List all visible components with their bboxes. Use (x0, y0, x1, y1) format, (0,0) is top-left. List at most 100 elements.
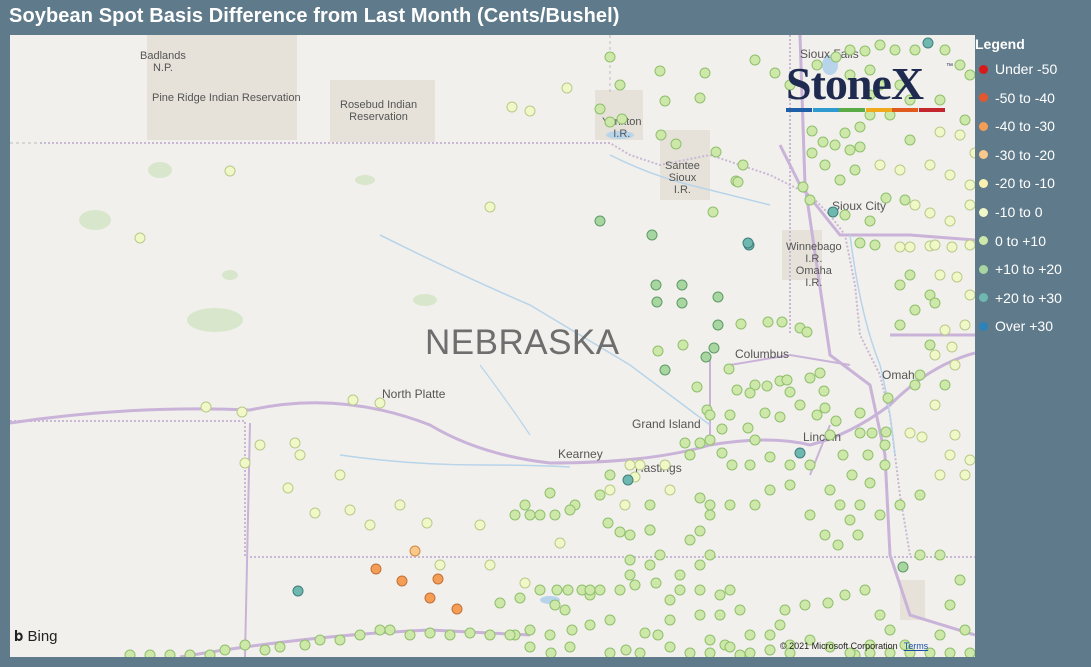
basis-marker[interactable] (939, 324, 951, 336)
basis-marker[interactable] (519, 499, 531, 511)
basis-marker[interactable] (735, 318, 747, 330)
basis-marker[interactable] (559, 604, 571, 616)
basis-marker[interactable] (704, 409, 716, 421)
basis-marker[interactable] (604, 614, 616, 626)
basis-marker[interactable] (924, 207, 936, 219)
basis-marker[interactable] (797, 181, 809, 193)
basis-marker[interactable] (894, 499, 906, 511)
basis-marker[interactable] (659, 95, 671, 107)
basis-marker[interactable] (944, 169, 956, 181)
legend-item[interactable]: Over +30 (975, 316, 1053, 336)
basis-marker[interactable] (670, 138, 682, 150)
basis-marker[interactable] (549, 509, 561, 521)
basis-marker[interactable] (804, 509, 816, 521)
basis-marker[interactable] (959, 624, 971, 636)
basis-marker[interactable] (859, 584, 871, 596)
basis-marker[interactable] (370, 563, 382, 575)
basis-marker[interactable] (922, 37, 934, 49)
basis-marker[interactable] (219, 644, 231, 656)
basis-marker[interactable] (764, 629, 776, 641)
basis-marker[interactable] (694, 492, 706, 504)
basis-marker[interactable] (964, 239, 975, 251)
basis-marker[interactable] (723, 363, 735, 375)
basis-marker[interactable] (714, 609, 726, 621)
basis-marker[interactable] (959, 114, 971, 126)
basis-marker[interactable] (819, 529, 831, 541)
basis-marker[interactable] (604, 469, 616, 481)
basis-marker[interactable] (944, 449, 956, 461)
basis-marker[interactable] (764, 644, 776, 656)
basis-marker[interactable] (659, 459, 671, 471)
basis-marker[interactable] (504, 629, 516, 641)
map-canvas[interactable]: NEBRASKA Badlands N.P. Pine Ridge Indian … (10, 35, 975, 657)
basis-marker[interactable] (694, 584, 706, 596)
basis-marker[interactable] (964, 179, 975, 191)
basis-marker[interactable] (854, 427, 866, 439)
basis-marker[interactable] (874, 509, 886, 521)
basis-marker[interactable] (837, 449, 849, 461)
basis-marker[interactable] (204, 649, 216, 657)
basis-marker[interactable] (144, 649, 156, 657)
basis-marker[interactable] (624, 459, 636, 471)
basis-marker[interactable] (289, 437, 301, 449)
legend-item[interactable]: -30 to -20 (975, 145, 1055, 165)
basis-marker[interactable] (949, 359, 961, 371)
basis-marker[interactable] (880, 426, 892, 438)
basis-marker[interactable] (299, 639, 311, 651)
basis-marker[interactable] (384, 624, 396, 636)
basis-marker[interactable] (904, 241, 916, 253)
basis-marker[interactable] (924, 159, 936, 171)
basis-marker[interactable] (650, 577, 662, 589)
basis-marker[interactable] (819, 159, 831, 171)
basis-marker[interactable] (354, 629, 366, 641)
basis-marker[interactable] (761, 380, 773, 392)
basis-marker[interactable] (732, 176, 744, 188)
basis-marker[interactable] (566, 624, 578, 636)
basis-markers-layer[interactable] (10, 35, 975, 657)
basis-marker[interactable] (584, 619, 596, 631)
basis-marker[interactable] (852, 529, 864, 541)
basis-marker[interactable] (794, 447, 806, 459)
basis-marker[interactable] (834, 174, 846, 186)
basis-marker[interactable] (652, 345, 664, 357)
basis-marker[interactable] (909, 379, 921, 391)
basis-marker[interactable] (644, 499, 656, 511)
basis-marker[interactable] (749, 499, 761, 511)
basis-marker[interactable] (364, 519, 376, 531)
basis-marker[interactable] (844, 514, 856, 526)
basis-marker[interactable] (904, 134, 916, 146)
basis-marker[interactable] (624, 554, 636, 566)
basis-marker[interactable] (879, 439, 891, 451)
basis-marker[interactable] (806, 125, 818, 137)
basis-marker[interactable] (524, 509, 536, 521)
basis-marker[interactable] (562, 584, 574, 596)
basis-marker[interactable] (742, 422, 754, 434)
basis-marker[interactable] (914, 489, 926, 501)
basis-marker[interactable] (818, 385, 830, 397)
basis-marker[interactable] (691, 381, 703, 393)
basis-marker[interactable] (629, 579, 641, 591)
basis-marker[interactable] (799, 599, 811, 611)
basis-marker[interactable] (639, 627, 651, 639)
basis-marker[interactable] (734, 649, 746, 657)
basis-marker[interactable] (704, 499, 716, 511)
basis-marker[interactable] (726, 459, 738, 471)
basis-marker[interactable] (484, 559, 496, 571)
basis-marker[interactable] (652, 629, 664, 641)
basis-marker[interactable] (724, 499, 736, 511)
basis-marker[interactable] (561, 82, 573, 94)
basis-marker[interactable] (524, 641, 536, 653)
legend-item[interactable]: -20 to -10 (975, 173, 1055, 193)
legend-item[interactable]: 0 to +10 (975, 231, 1046, 251)
basis-marker[interactable] (646, 229, 658, 241)
basis-marker[interactable] (514, 592, 526, 604)
basis-marker[interactable] (704, 434, 716, 446)
basis-marker[interactable] (894, 164, 906, 176)
basis-marker[interactable] (784, 479, 796, 491)
basis-marker[interactable] (946, 241, 958, 253)
basis-marker[interactable] (904, 269, 916, 281)
basis-marker[interactable] (614, 584, 626, 596)
basis-marker[interactable] (259, 644, 271, 656)
basis-marker[interactable] (374, 397, 386, 409)
basis-marker[interactable] (939, 44, 951, 56)
